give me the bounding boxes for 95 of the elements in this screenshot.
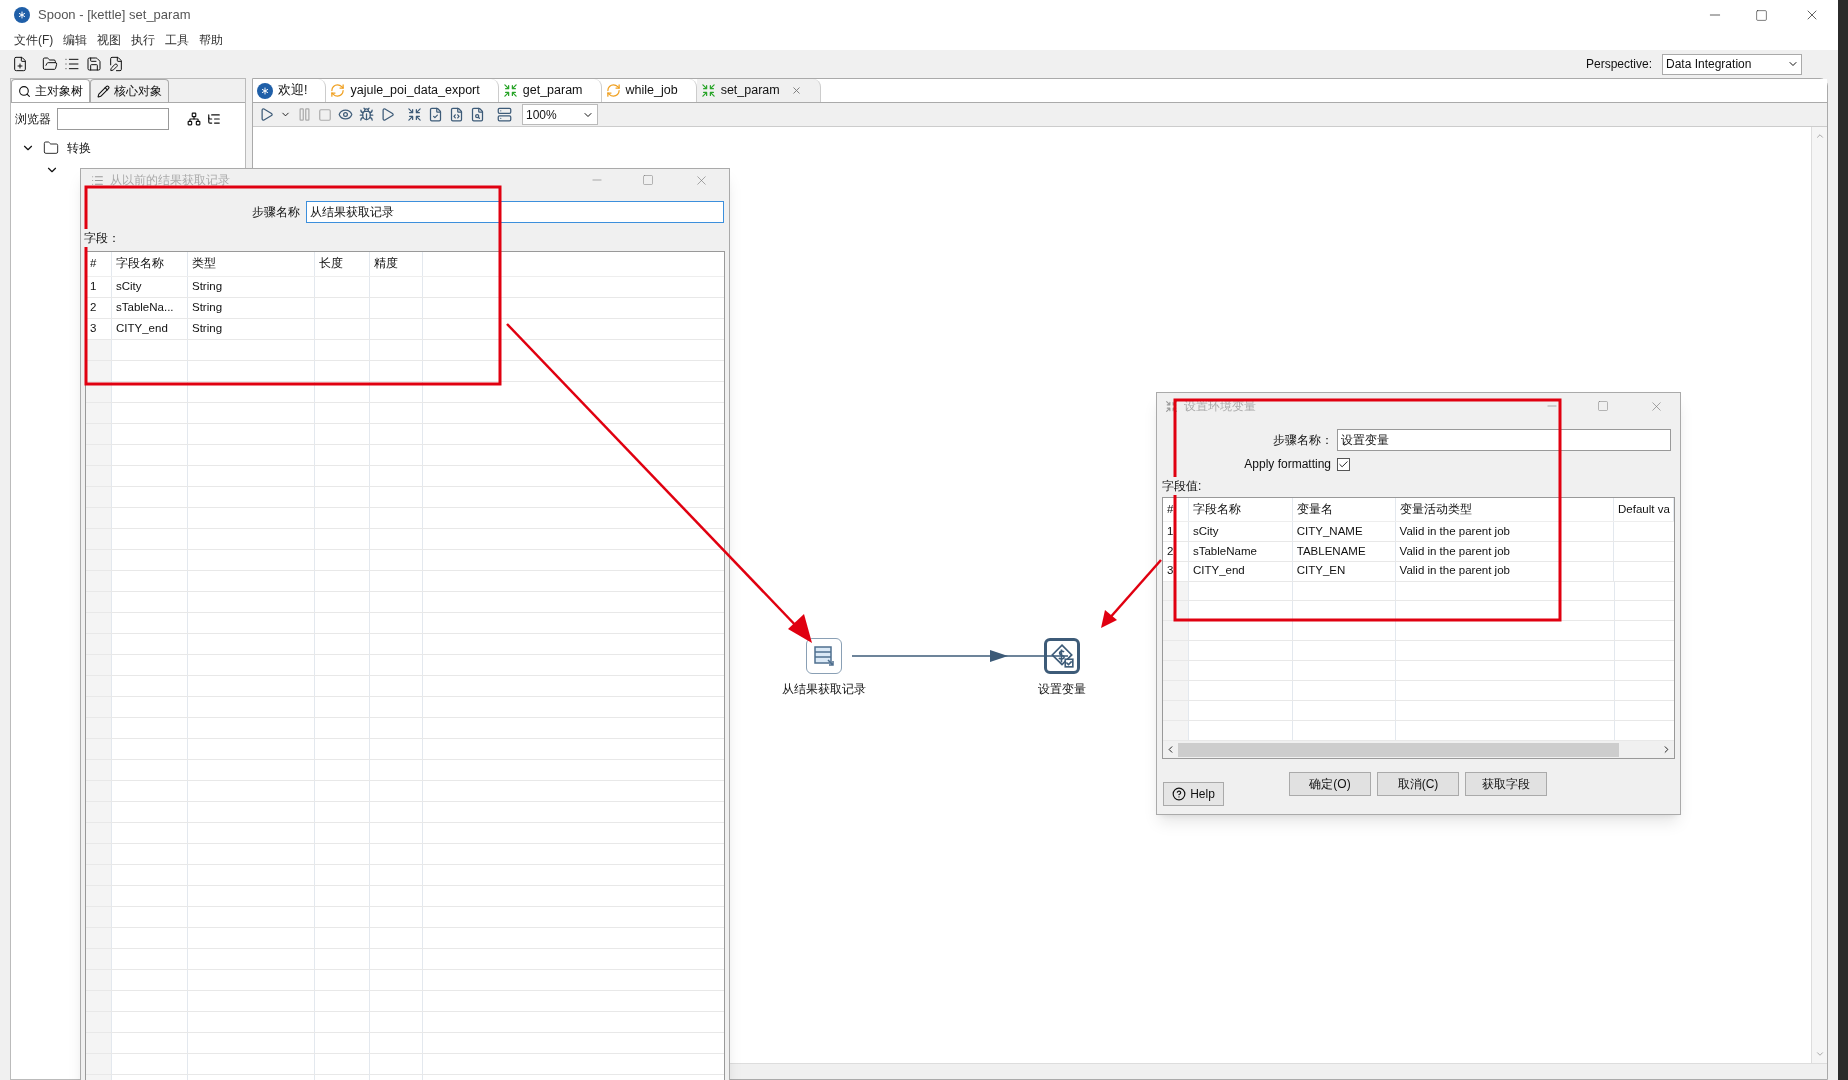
column-header[interactable]: 类型	[188, 252, 315, 276]
table-cell: String	[188, 319, 315, 339]
pencil-icon	[97, 84, 110, 98]
step-icon[interactable]	[806, 638, 842, 674]
table-cell: Valid in the parent job	[1395, 541, 1615, 561]
preview-icon[interactable]	[338, 107, 353, 122]
collapse-icon[interactable]	[187, 112, 201, 126]
close-icon[interactable]	[790, 85, 802, 96]
job-icon	[330, 83, 346, 98]
menu-item[interactable]: 帮助	[199, 31, 224, 49]
maximize-icon[interactable]	[1755, 8, 1768, 22]
check-icon[interactable]	[428, 107, 443, 122]
column-header[interactable]: 变量活动类型	[1395, 498, 1614, 521]
folder-icon	[43, 140, 59, 156]
table-cell: sCity	[112, 277, 188, 297]
welcome-icon	[257, 82, 273, 99]
search-field[interactable]	[57, 108, 169, 130]
dialog-title: 从以前的结果获取记录	[110, 172, 230, 189]
step-icon[interactable]	[1044, 638, 1080, 674]
impact-icon[interactable]	[407, 107, 422, 122]
step-name-label: 步骤名称：	[1272, 432, 1334, 449]
sidebar-tab[interactable]: 主对象树	[11, 79, 90, 102]
table-cell: sCity	[1188, 521, 1293, 541]
column-header[interactable]: 变量名	[1292, 498, 1396, 521]
row-number: 2	[1163, 541, 1189, 561]
job-icon	[605, 83, 621, 98]
menu-item[interactable]: 视图	[97, 31, 122, 49]
open-icon[interactable]	[42, 56, 58, 72]
tree-item[interactable]: 转换	[67, 139, 91, 157]
sidebar-tab[interactable]: 核心对象	[90, 79, 169, 102]
table-cell: sTableNa...	[112, 298, 188, 318]
apply-formatting-label: Apply formatting	[1243, 456, 1332, 473]
row-number: 2	[86, 298, 112, 318]
help-button[interactable]: Help	[1163, 782, 1224, 806]
table-cell: Valid in the parent job	[1395, 561, 1615, 581]
row-number: 3	[86, 319, 112, 339]
explore-icon[interactable]	[64, 56, 80, 72]
column-header[interactable]: 精度	[370, 252, 423, 276]
scrollbar-thumb[interactable]	[1178, 742, 1619, 757]
step-name-label: 步骤名称	[252, 204, 300, 221]
menu-item[interactable]: 执行	[131, 31, 156, 49]
run-icon[interactable]	[259, 107, 274, 122]
expand-icon[interactable]	[207, 112, 221, 126]
row-number: 1	[86, 277, 112, 297]
help-icon	[1172, 787, 1187, 801]
dialog-button[interactable]: 确定(O)	[1289, 772, 1371, 796]
horizontal-scrollbar[interactable]	[1163, 741, 1674, 758]
browser-label: 浏览器	[15, 111, 51, 128]
apply-formatting-checkbox[interactable]	[1337, 457, 1350, 471]
annotation-arrow	[1101, 559, 1162, 628]
debug-icon[interactable]	[359, 107, 374, 122]
menu-item[interactable]: 文件(F)	[14, 31, 54, 49]
dialog-icon	[91, 173, 104, 187]
new-file-icon[interactable]	[12, 56, 28, 72]
row-number: 3	[1163, 561, 1189, 581]
app-logo-icon	[14, 7, 30, 23]
window-title: Spoon - [kettle] set_param	[38, 6, 191, 25]
analyze-icon[interactable]	[470, 107, 485, 122]
step-label: 设置变量	[1038, 681, 1086, 698]
dialog-button[interactable]: 获取字段	[1465, 772, 1547, 796]
step-name-field[interactable]: 从结果获取记录	[306, 201, 724, 223]
perspective-select[interactable]: Data Integration	[1662, 53, 1802, 75]
column-header[interactable]: 字段名称	[112, 252, 188, 276]
menu-item[interactable]: 编辑	[63, 31, 88, 49]
table-cell: CITY_end	[112, 319, 188, 339]
save-icon[interactable]	[86, 56, 102, 72]
table-cell: String	[188, 298, 315, 318]
transformation-icon	[700, 83, 716, 98]
dialog-button[interactable]: 取消(C)	[1377, 772, 1459, 796]
zoom-select[interactable]: 100%	[522, 104, 598, 125]
perspective-label: Perspective:	[1585, 56, 1652, 73]
menu-item[interactable]: 工具	[165, 31, 190, 49]
column-header[interactable]: 长度	[315, 252, 370, 276]
table-cell: String	[188, 277, 315, 297]
table-cell: CITY_EN	[1292, 561, 1396, 581]
step-name-field[interactable]: 设置变量	[1337, 429, 1671, 451]
transformation-icon	[502, 83, 518, 98]
sql-icon[interactable]	[449, 107, 464, 122]
column-header[interactable]: 字段名称	[1188, 498, 1293, 521]
editor-tab[interactable]: set_param	[696, 79, 821, 102]
save-as-icon[interactable]	[108, 56, 124, 72]
column-header[interactable]: #	[1163, 498, 1189, 521]
table-cell: TABLENAME	[1292, 541, 1396, 561]
table-cell: Valid in the parent job	[1395, 521, 1615, 541]
column-header[interactable]: Default va	[1614, 498, 1674, 521]
row-number: 1	[1163, 521, 1189, 541]
layout-icon[interactable]	[497, 107, 512, 122]
column-header[interactable]: #	[86, 252, 112, 276]
table-cell: CITY_NAME	[1292, 521, 1396, 541]
search-icon	[18, 84, 31, 98]
table-cell: sTableName	[1188, 541, 1293, 561]
step-label: 从结果获取记录	[782, 681, 866, 698]
fields-label: 字段值:	[1162, 477, 1202, 495]
replay-icon[interactable]	[380, 107, 395, 122]
table-cell: CITY_end	[1188, 561, 1293, 581]
